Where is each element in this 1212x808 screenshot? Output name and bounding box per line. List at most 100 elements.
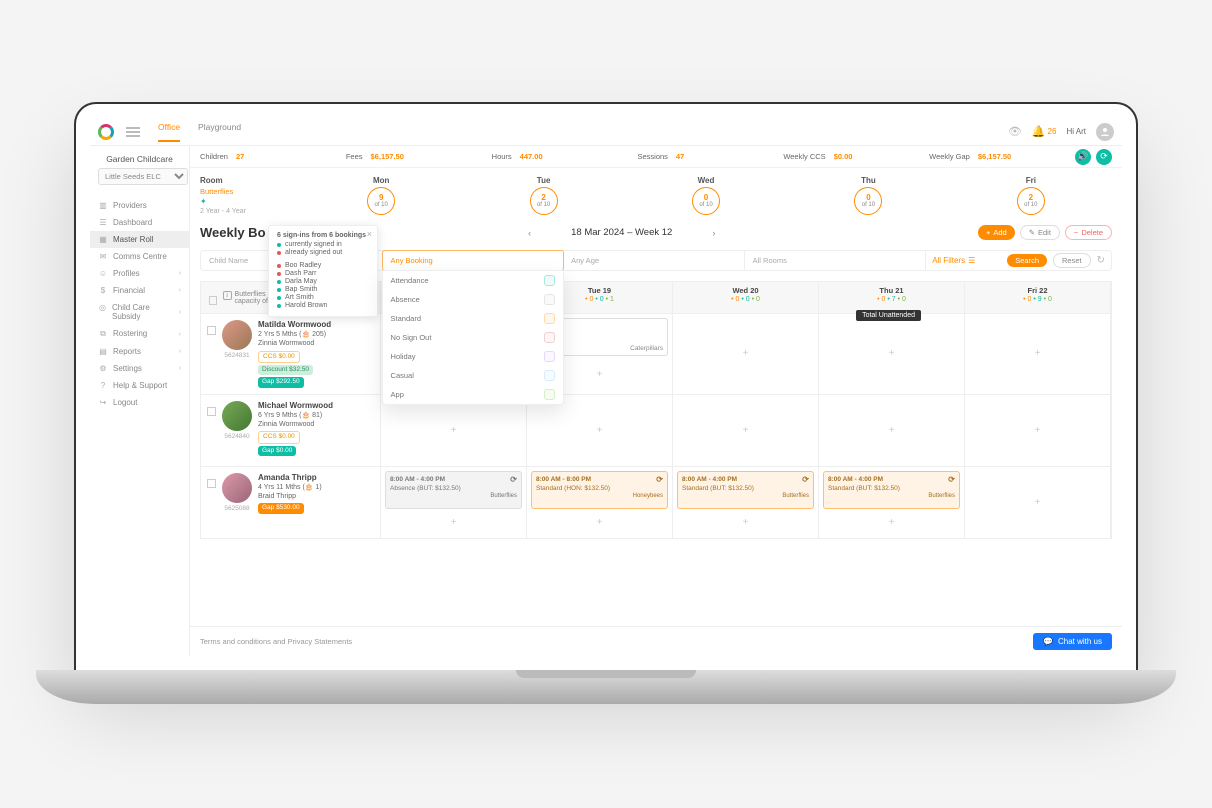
child-row: 5625088 Amanda Thripp 4 Yrs 11 Mths (🎂 1… (200, 467, 1112, 539)
add-booking-icon[interactable]: + (451, 425, 457, 436)
date-range: 18 Mar 2024 – Week 12 (571, 227, 672, 238)
org-name: Garden Childcare (98, 154, 181, 164)
child-avatar[interactable] (222, 473, 252, 503)
child-name[interactable]: Michael Wormwood (258, 401, 333, 411)
add-booking-icon[interactable]: + (1035, 497, 1041, 508)
stat-fees: Fees$6,157.50 (346, 152, 488, 161)
filter-all-rooms[interactable]: All Rooms (745, 251, 927, 270)
user-avatar[interactable] (1096, 123, 1114, 141)
add-booking-icon[interactable]: + (597, 425, 603, 436)
signin-popup: × 6 sign-ins from 6 bookings currently s… (268, 225, 378, 317)
stat-sessions: Sessions47 (637, 152, 779, 161)
filter-any-booking[interactable]: Any Booking AttendanceAbsenceStandardNo … (382, 250, 565, 271)
bell-icon[interactable]: 🔔 (1032, 125, 1046, 138)
delete-button[interactable]: −Delete (1065, 225, 1112, 240)
child-name[interactable]: Amanda Thripp (258, 473, 322, 483)
booking-type-holiday[interactable]: Holiday (383, 347, 564, 366)
main-content: Children27Fees$6,157.50Hours447.00Sessio… (190, 146, 1122, 656)
menu-toggle-icon[interactable] (126, 127, 140, 137)
edit-button[interactable]: ✎Edit (1020, 225, 1060, 240)
add-booking-icon[interactable]: + (451, 517, 457, 528)
search-button[interactable]: Search (1007, 254, 1047, 267)
logo-icon (98, 124, 114, 140)
notif-count: 26 (1048, 127, 1057, 136)
booking-type-app[interactable]: App (383, 385, 564, 404)
sidebar-item-comms-centre[interactable]: ✉Comms Centre (90, 248, 189, 265)
child-name[interactable]: Matilda Wormwood (258, 320, 331, 330)
filter-any-age[interactable]: Any Age (563, 251, 745, 270)
tab-office[interactable]: Office (158, 122, 180, 142)
child-row: 5624840 Michael Wormwood 6 Yrs 9 Mths (🎂… (200, 395, 1112, 467)
sidebar-item-child-care-subsidy[interactable]: ◎Child Care Subsidy› (90, 299, 189, 325)
sidebar-item-rostering[interactable]: ⧉Rostering› (90, 325, 189, 343)
sidebar-item-profiles[interactable]: ☺Profiles› (90, 265, 189, 282)
chat-icon: 💬 (1043, 637, 1053, 646)
sidebar-item-financial[interactable]: $Financial› (90, 282, 189, 299)
recurring-icon: ⟳ (510, 475, 517, 485)
booking-card[interactable]: 8:00 AM - 4:00 PM⟳ Absence (BUT: $132.50… (385, 471, 522, 509)
stat-weekly-ccs: Weekly CCS$0.00 (783, 152, 925, 161)
recurring-icon: ⟳ (656, 475, 663, 485)
sidebar-item-logout[interactable]: ↪Logout (90, 394, 189, 411)
stat-children: Children27 (200, 152, 342, 161)
history-icon[interactable]: ↻ (1097, 255, 1105, 266)
add-booking-icon[interactable]: + (743, 348, 749, 359)
tab-playground[interactable]: Playground (198, 122, 241, 142)
room-name-link[interactable]: Butterflies (200, 187, 233, 196)
row-checkbox[interactable] (207, 326, 216, 335)
close-icon[interactable]: × (367, 229, 372, 239)
sidebar-item-settings[interactable]: ⚙Settings› (90, 360, 189, 377)
sidebar-item-dashboard[interactable]: ☰Dashboard (90, 214, 189, 231)
select-all-checkbox[interactable] (209, 296, 217, 305)
add-booking-icon[interactable]: + (889, 517, 895, 528)
add-booking-icon[interactable]: + (889, 425, 895, 436)
stat-action-2[interactable]: ⟳ (1096, 149, 1112, 165)
add-booking-icon[interactable]: + (597, 369, 603, 380)
booking-card[interactable]: 8:00 AM - 8:00 PM⟳ Standard (HON: $132.5… (531, 471, 668, 509)
sidebar-item-providers[interactable]: ▥Providers (90, 197, 189, 214)
sidebar: Garden Childcare Little Seeds ELC ▥Provi… (90, 146, 190, 656)
booking-type-no-sign-out[interactable]: No Sign Out (383, 328, 564, 347)
child-avatar[interactable] (222, 401, 252, 431)
booking-card[interactable]: 8:00 AM - 4:00 PM⟳ Standard (BUT: $132.5… (823, 471, 960, 509)
all-filters-link[interactable]: All Filters ☰ (932, 256, 975, 265)
unattended-tooltip: Total Unattended (856, 310, 921, 321)
top-bar: Office Playground 👁 🔔 26 Hi Art (90, 118, 1122, 146)
booking-type-dropdown: AttendanceAbsenceStandardNo Sign OutHoli… (382, 270, 565, 405)
add-booking-icon[interactable]: + (889, 348, 895, 359)
stat-weekly-gap: Weekly Gap$6,157.50 (929, 152, 1071, 161)
greeting-text: Hi Art (1066, 127, 1086, 136)
sidebar-nav: ▥Providers☰Dashboard▦Master Roll✉Comms C… (90, 193, 189, 415)
add-booking-icon[interactable]: + (1035, 425, 1041, 436)
booking-type-attendance[interactable]: Attendance (383, 271, 564, 290)
booking-type-absence[interactable]: Absence (383, 290, 564, 309)
site-select[interactable]: Little Seeds ELC (98, 168, 188, 185)
row-checkbox[interactable] (207, 479, 216, 488)
preview-icon[interactable]: 👁 (1008, 125, 1022, 138)
recurring-icon: ⟳ (948, 475, 955, 485)
add-button[interactable]: +Add (978, 225, 1015, 240)
sidebar-item-master-roll[interactable]: ▦Master Roll (90, 231, 189, 248)
prev-week-icon[interactable]: ‹ (528, 228, 531, 238)
footer: Terms and conditions and Privacy Stateme… (190, 626, 1122, 656)
next-week-icon[interactable]: › (712, 228, 715, 238)
chat-button[interactable]: 💬 Chat with us (1033, 633, 1112, 650)
stat-action-1[interactable]: 🔊 (1075, 149, 1091, 165)
reset-button[interactable]: Reset (1053, 253, 1091, 268)
booking-card[interactable]: 8:00 AM - 4:00 PM⟳ Standard (BUT: $132.5… (677, 471, 814, 509)
add-booking-icon[interactable]: + (1035, 348, 1041, 359)
sidebar-item-reports[interactable]: ▤Reports› (90, 343, 189, 360)
booking-type-casual[interactable]: Casual (383, 366, 564, 385)
add-booking-icon[interactable]: + (743, 517, 749, 528)
sidebar-item-help-&-support[interactable]: ?Help & Support (90, 377, 189, 394)
star-icon: ✦ (200, 197, 207, 206)
recurring-icon: ⟳ (802, 475, 809, 485)
row-checkbox[interactable] (207, 407, 216, 416)
child-row: 5624831 Matilda Wormwood 2 Yrs 5 Mths (🎂… (200, 314, 1112, 395)
add-booking-icon[interactable]: + (597, 517, 603, 528)
page-title: Weekly Bo (200, 225, 266, 240)
terms-link[interactable]: Terms and conditions and Privacy Stateme… (200, 637, 352, 646)
add-booking-icon[interactable]: + (743, 425, 749, 436)
child-avatar[interactable] (222, 320, 252, 350)
booking-type-standard[interactable]: Standard (383, 309, 564, 328)
